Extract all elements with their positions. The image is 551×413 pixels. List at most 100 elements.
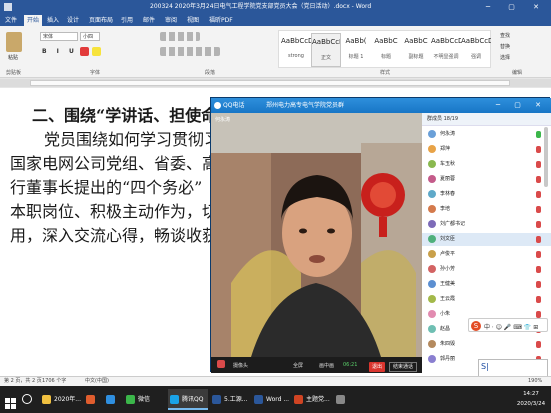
doc-line: 国家电网公司党组、省委、高校 [10,154,235,173]
tab-7[interactable]: 审阅 [162,15,180,26]
taskbar-app[interactable]: 2020年... [40,389,82,410]
tab-4[interactable]: 页面布局 [86,15,116,26]
fullscreen-button[interactable]: 全屏 [293,362,303,369]
style-name: 标题 [380,54,391,60]
font-format-buttons[interactable]: B I U [42,48,78,55]
style-item[interactable]: AaBb( 标题 1 [341,33,371,67]
member-row[interactable]: 何永涛 [422,128,551,141]
style-preview: AaBb( [345,37,367,45]
member-row[interactable]: 朱四毁 [422,338,551,351]
member-row[interactable]: 李培 [422,203,551,216]
mic-status-icon [536,251,541,258]
caller-name: 何永涛 [215,117,231,123]
select-button[interactable]: 选择 [500,54,510,61]
style-item[interactable]: AaBbCcDd 正文 [311,33,341,67]
qq-window-controls[interactable]: ─ ▢ ✕ [496,98,547,113]
pip-button[interactable]: 画中画 [319,362,334,369]
window-controls[interactable]: ─ ▢ ✕ [486,0,547,14]
taskbar-app[interactable] [84,389,102,410]
mic-icon[interactable] [217,360,225,368]
member-row[interactable]: 郑萍 [422,143,551,156]
camera-button[interactable]: 摄像头 [233,362,248,369]
member-row[interactable]: 李林春 [422,188,551,201]
member-name: 李培 [440,206,451,212]
taskbar-app[interactable]: 腾讯QQ [168,389,208,410]
qq-title-bar[interactable]: QQ电话 郑州电力高专电气学院党员群 ─ ▢ ✕ [211,98,551,113]
ribbon-tabs: 文件 开始 插入 设计 页面布局 引用 邮件 审阅 视图 福昕PDF [0,14,551,26]
taskbar-app[interactable]: 主题党... [292,389,332,410]
system-clock[interactable]: 14:27 2020/3/24 [514,389,548,409]
member-name: 王云霞 [440,296,456,302]
start-icon[interactable] [5,394,16,409]
member-row[interactable]: 夏丽蓉 [422,173,551,186]
taskbar-app[interactable] [334,389,352,410]
window-title: 200324 2020年3月24日电气工程学院党支部党员大会（党日活动）.doc… [150,3,372,10]
quick-access-icon[interactable] [4,3,12,11]
app-icon [170,395,179,404]
font-color-icon[interactable] [80,47,89,56]
ruler[interactable] [0,79,551,87]
replace-button[interactable]: 替换 [500,43,510,50]
style-preview: AaBbCcDd [431,37,461,45]
mic-status-icon [536,311,541,318]
member-row[interactable]: 车玉秋 [422,158,551,171]
app-label: 2020年... [54,396,81,403]
page-count[interactable]: 第 2 页，共 2 页 [4,377,42,386]
taskbar-app[interactable] [104,389,122,410]
ribbon: 粘贴 剪贴板 宋体 小四 B I U 字体 段落 AaBbCcDdstrongA… [0,26,551,78]
style-name: 标题 1 [348,54,364,60]
alignment-icons[interactable] [160,47,220,56]
exit-button[interactable]: 退出 [369,362,386,372]
tab-5[interactable]: 引用 [118,15,136,26]
sogou-logo-icon: S [471,321,481,331]
font-size-select[interactable]: 小四 [80,32,100,41]
font-name-select[interactable]: 宋体 [40,32,78,41]
tab-8[interactable]: 视图 [184,15,202,26]
mic-status-icon [536,221,541,228]
language-indicator[interactable]: 中文(中国) [85,377,109,386]
app-icon [126,395,135,404]
member-row[interactable]: 刘广都书记 [422,218,551,231]
mic-status-icon [536,341,541,348]
taskbar-app[interactable]: 5.工源... [210,389,250,410]
ime-toolbar[interactable]: S 中 ⋅ ☺ 🎤 ⌨ 👕 ⊞ [468,318,548,332]
taskbar-app[interactable]: 微信 [124,389,166,410]
style-item[interactable]: AaBbC 标题 [371,33,401,67]
tab-1[interactable]: 开始 [24,15,43,26]
find-button[interactable]: 查找 [500,32,510,39]
call-timer: 06:21 [343,362,358,368]
app-label: Word ... [266,396,290,403]
member-row[interactable]: 孙小芳 [422,263,551,276]
member-row[interactable]: 刘文臣 [422,233,551,246]
avatar [428,130,436,138]
highlight-icon[interactable] [92,47,101,56]
taskbar-app[interactable]: Word ... [252,389,290,410]
member-row[interactable]: 王云霞 [422,293,551,306]
member-list-scrollbar[interactable] [544,127,548,187]
tab-0[interactable]: 文件 [2,15,20,26]
style-name: 正文 [320,55,331,61]
zoom-level[interactable]: 190% [528,377,542,386]
tab-9[interactable]: 福昕PDF [206,15,236,26]
video-frame [211,113,422,357]
group-label-editing: 编辑 [512,70,523,76]
tab-3[interactable]: 设计 [64,15,82,26]
member-row[interactable]: 卢俊平 [422,248,551,261]
member-row[interactable]: 王健美 [422,278,551,291]
style-item[interactable]: AaBbCcDd strong [281,33,311,67]
ime-tool-icons[interactable]: 中 ⋅ ☺ 🎤 ⌨ 👕 ⊞ [484,322,538,331]
style-item[interactable]: AaBbC 副标题 [401,33,431,67]
end-call-button[interactable]: 结束通话 [389,362,418,372]
avatar [428,160,436,168]
search-icon[interactable] [22,394,32,404]
style-item[interactable]: AaBbCcDd 不明显强调 [431,33,461,67]
paste-icon[interactable] [6,32,22,52]
mic-status-icon [536,296,541,303]
list-icons[interactable] [160,32,200,41]
style-item[interactable]: AaBbCcDd 强调 [461,33,491,67]
tab-2[interactable]: 插入 [44,15,62,26]
group-label-font: 字体 [90,70,101,76]
tab-6[interactable]: 邮件 [140,15,158,26]
title-bar: 200324 2020年3月24日电气工程学院党支部党员大会（党日活动）.doc… [0,0,551,14]
word-count[interactable]: 1706 个字 [42,377,66,386]
